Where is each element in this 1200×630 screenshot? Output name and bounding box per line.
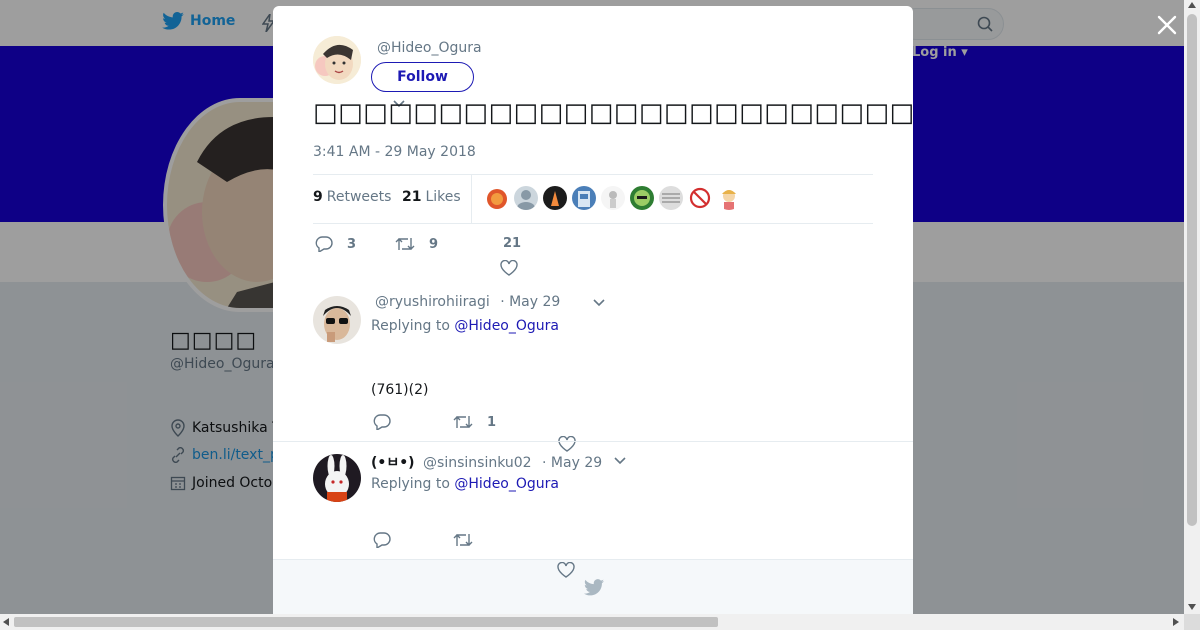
replying-to: Replying to @Hideo_Ogura: [371, 476, 559, 492]
retweet-action[interactable]: 1: [453, 414, 496, 430]
reply-avatar[interactable]: [313, 296, 361, 344]
scrollbar-corner: [1184, 614, 1200, 630]
liker-avatar[interactable]: [572, 186, 596, 210]
chevron-down-icon[interactable]: [593, 299, 605, 307]
retweet-icon: [395, 238, 415, 250]
tweet-text: □□□□□□□□□□□□□□□□□□□□□□□□□□□□□□□□□□□□□□□□…: [313, 98, 913, 128]
heart-icon[interactable]: [558, 436, 576, 452]
twitter-bird-icon: [584, 579, 604, 596]
liker-avatar[interactable]: [688, 186, 712, 210]
reply-icon: [373, 414, 391, 430]
tweet-modal: @Hideo_Ogura Follow □□□□□□□□□□□□□□□□□□□□…: [273, 6, 913, 614]
reply-separator: [273, 441, 913, 442]
replying-to-link[interactable]: @Hideo_Ogura: [454, 476, 559, 492]
liker-avatar[interactable]: [717, 186, 741, 210]
reply-date[interactable]: · May 29: [500, 294, 560, 310]
likers-avatars: [485, 186, 741, 210]
reply-date[interactable]: · May 29: [542, 455, 602, 471]
stats-divider: [471, 175, 472, 223]
retweet-action[interactable]: 9: [395, 236, 438, 252]
heart-icon[interactable]: [500, 260, 518, 276]
replying-to-link[interactable]: @Hideo_Ogura: [454, 318, 559, 334]
liker-avatar[interactable]: [601, 186, 625, 210]
chevron-down-icon[interactable]: [614, 457, 626, 465]
liker-avatar[interactable]: [514, 186, 538, 210]
reply-icon: [373, 532, 391, 548]
tweet-timestamp[interactable]: 3:41 AM - 29 May 2018: [313, 144, 476, 160]
heart-icon[interactable]: [557, 562, 575, 578]
scroll-down-icon[interactable]: [1188, 604, 1196, 610]
tweet-stats: 9 Retweets 21 Likes: [313, 174, 873, 224]
liker-avatar[interactable]: [659, 186, 683, 210]
liker-avatar[interactable]: [630, 186, 654, 210]
reply-action[interactable]: [373, 532, 399, 548]
horizontal-scrollbar-thumb[interactable]: [14, 617, 718, 627]
modal-footer: [273, 559, 913, 614]
reply-name[interactable]: (•ㅂ•): [371, 455, 415, 471]
follow-button[interactable]: Follow: [371, 62, 474, 92]
reply-action[interactable]: [373, 414, 399, 430]
reply-handle[interactable]: @sinsinsinku02: [423, 455, 532, 471]
retweet-icon: [453, 534, 473, 546]
reply-handle[interactable]: @ryushirohiiragi: [375, 294, 490, 310]
scroll-right-icon[interactable]: [1173, 618, 1179, 626]
reply-action[interactable]: 3: [315, 236, 356, 252]
horizontal-scrollbar[interactable]: [0, 614, 1184, 630]
liker-avatar[interactable]: [485, 186, 509, 210]
vertical-scrollbar[interactable]: [1184, 0, 1200, 614]
likes-stat[interactable]: 21 Likes: [402, 189, 461, 205]
reply-text: (761)(2): [371, 382, 429, 398]
retweet-action[interactable]: [453, 532, 481, 548]
reply-header: @ryushirohiiragi · May 29: [371, 294, 560, 310]
reply-header: (•ㅂ•) @sinsinsinku02 · May 29: [371, 452, 602, 472]
liker-avatar[interactable]: [543, 186, 567, 210]
scroll-left-icon[interactable]: [3, 618, 9, 626]
reply-avatar[interactable]: [313, 454, 361, 502]
reply-icon: [315, 236, 333, 252]
like-count[interactable]: 21: [503, 236, 521, 251]
replying-to: Replying to @Hideo_Ogura: [371, 318, 559, 334]
author-handle[interactable]: @Hideo_Ogura: [377, 40, 482, 56]
scroll-up-icon[interactable]: [1188, 2, 1196, 8]
retweets-stat[interactable]: 9 Retweets: [313, 189, 391, 205]
vertical-scrollbar-thumb[interactable]: [1187, 14, 1197, 526]
retweet-icon: [453, 416, 473, 428]
close-icon[interactable]: [1156, 14, 1178, 36]
author-avatar[interactable]: [313, 36, 361, 84]
